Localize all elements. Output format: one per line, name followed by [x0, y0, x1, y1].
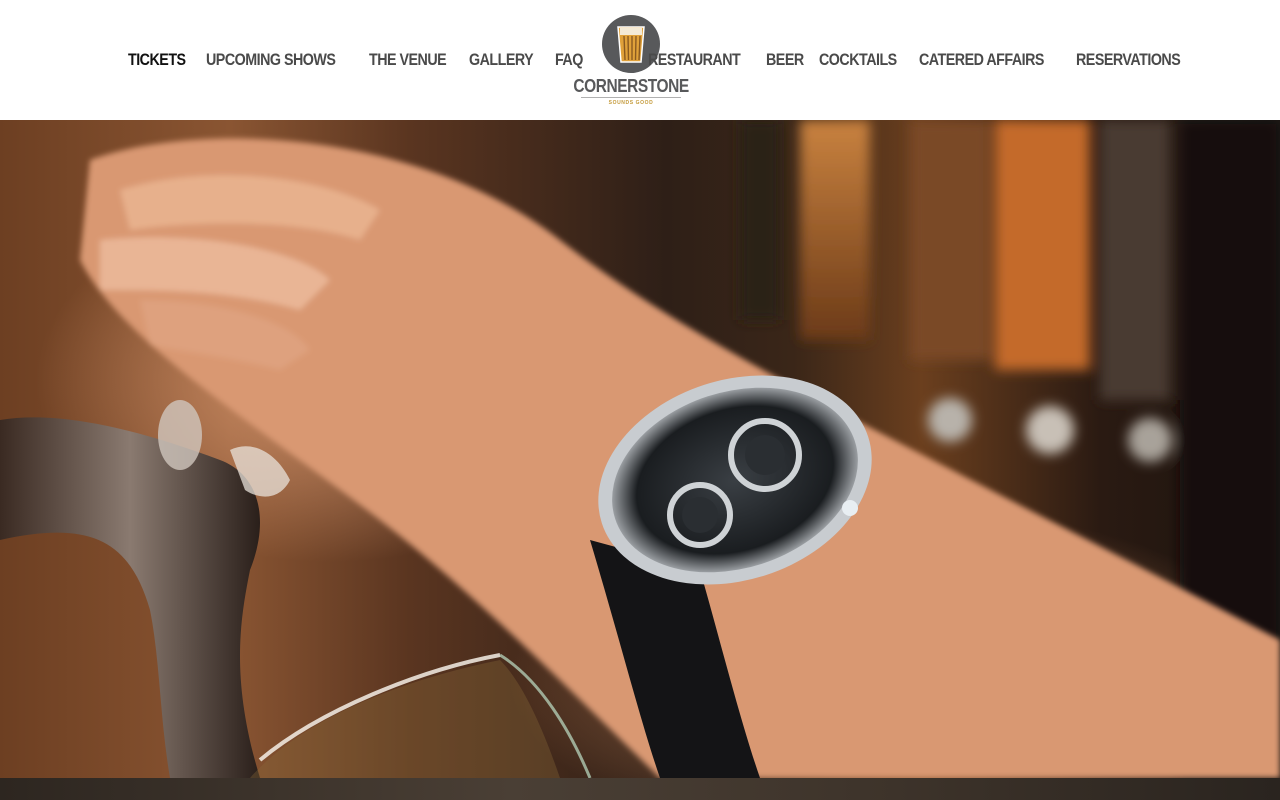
nav-upcoming-shows[interactable]: UPCOMING SHOWS: [206, 50, 336, 70]
primary-nav-left: TICKETS UPCOMING SHOWS THE VENUE GALLERY…: [128, 0, 588, 120]
bottom-overlay-bar: [0, 778, 1280, 800]
nav-the-venue[interactable]: THE VENUE: [369, 50, 447, 70]
nav-gallery[interactable]: GALLERY: [469, 50, 534, 70]
beer-glass: [250, 653, 592, 778]
nav-catered-affairs[interactable]: CATERED AFFAIRS: [919, 50, 1044, 70]
nav-reservations[interactable]: RESERVATIONS: [1076, 50, 1181, 70]
beer-faucet: [0, 400, 290, 778]
primary-nav-right: RESTAURANT BEER COCKTAILS CATERED AFFAIR…: [648, 0, 1200, 120]
logo-tagline: SOUNDS GOOD: [608, 100, 654, 106]
nav-cocktails[interactable]: COCKTAILS: [819, 50, 897, 70]
nav-tickets[interactable]: TICKETS: [128, 50, 186, 70]
site-header: TICKETS UPCOMING SHOWS THE VENUE GALLERY…: [0, 0, 1280, 120]
nav-restaurant[interactable]: RESTAURANT: [648, 50, 741, 70]
hero-illustration: [0, 120, 1280, 778]
nav-beer[interactable]: BEER: [766, 50, 804, 70]
hero-image: [0, 120, 1280, 778]
